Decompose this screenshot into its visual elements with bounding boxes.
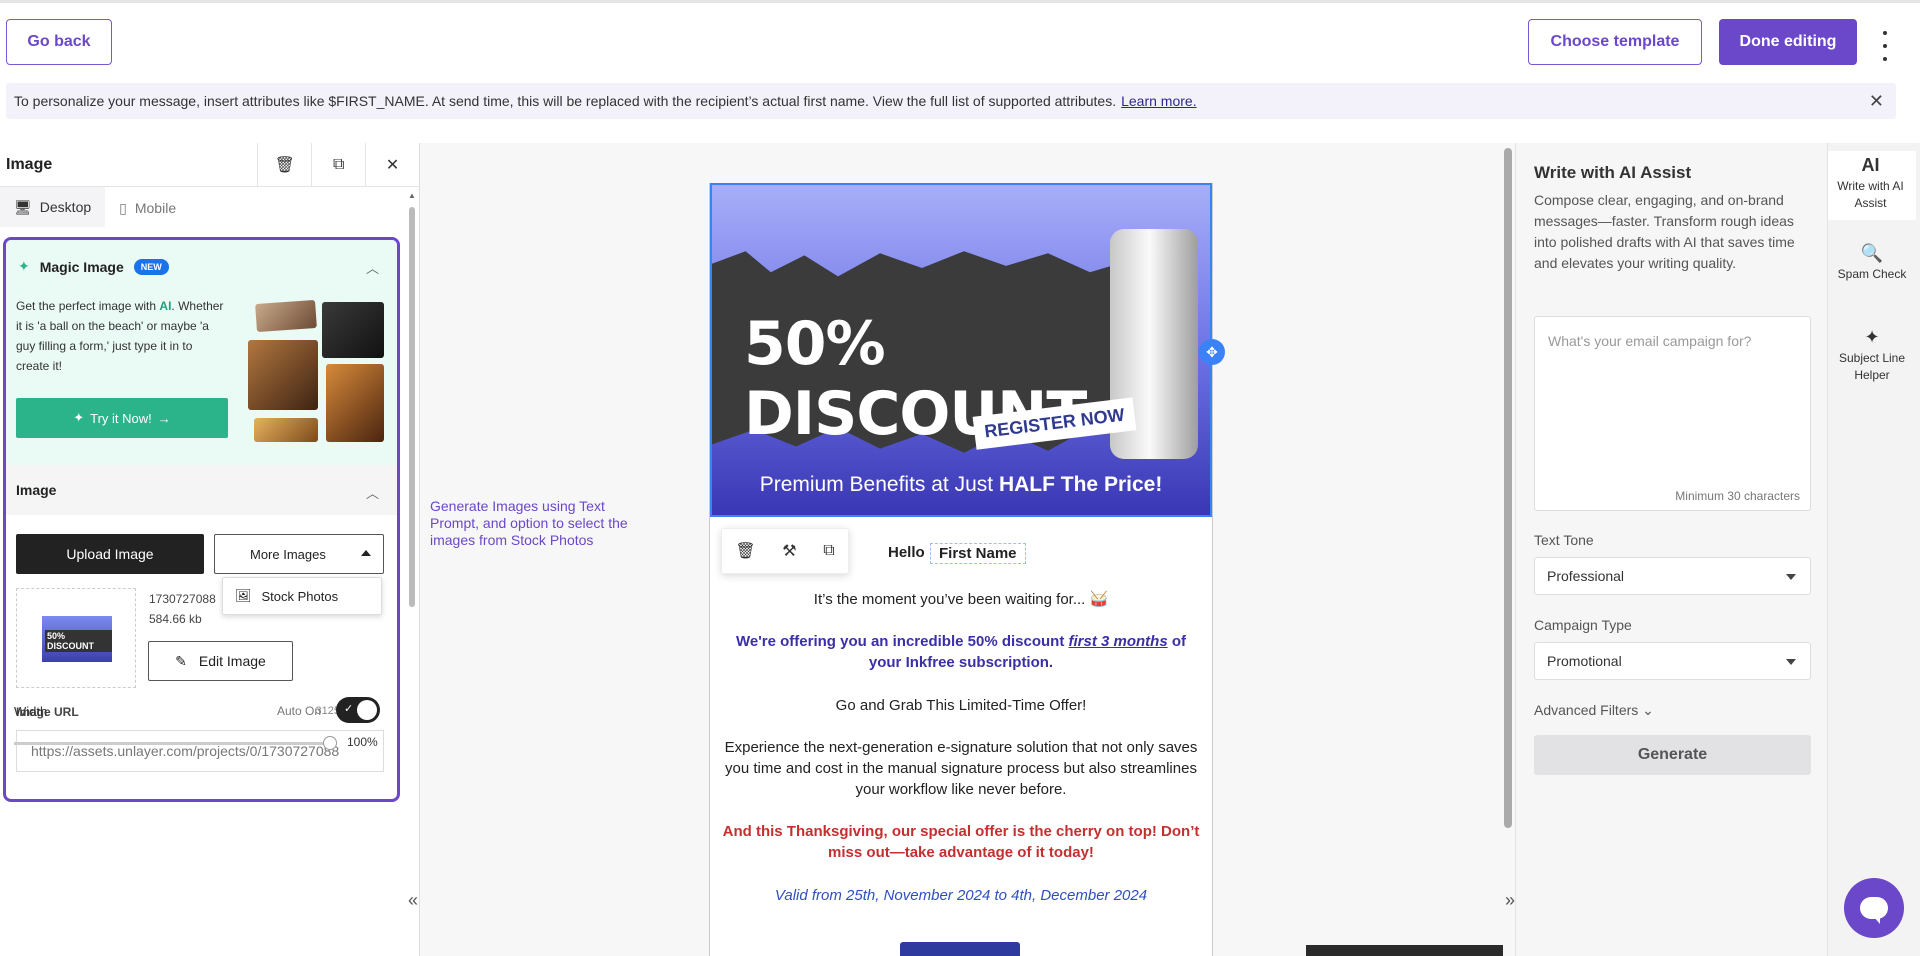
image-thumbnail: 50% DISCOUNT [16, 588, 136, 688]
file-size: 584.66 kb [149, 612, 202, 626]
campaign-prompt-textarea[interactable]: What's your email campaign for? Minimum … [1534, 316, 1811, 511]
arrow-right-icon: → [157, 410, 171, 426]
generate-button[interactable]: Generate [1534, 735, 1811, 775]
rail-spam-check[interactable]: 🔍 Spam Check [1828, 239, 1916, 289]
magic-image-description: Get the perfect image with AI. Whether i… [16, 299, 224, 373]
chevron-down-icon [1786, 659, 1796, 665]
width-label: Width [14, 704, 48, 719]
chevron-down-icon [1786, 574, 1796, 580]
duplicate-icon[interactable]: ⧉ [823, 542, 834, 560]
image-icon: 🖼 [235, 588, 252, 603]
chat-icon [1860, 897, 1888, 924]
search-icon: 🔍 [1860, 243, 1884, 263]
upload-image-button[interactable]: Upload Image [16, 534, 204, 574]
footer-strip [1306, 945, 1503, 956]
panel-scrollbar[interactable]: ▲ [406, 187, 418, 956]
email-line-thanksgiving: And this Thanksgiving, our special offer… [722, 823, 1200, 861]
ai-icon: AI [1861, 155, 1880, 175]
arrow-up-icon[interactable]: ▲ [408, 191, 416, 200]
chevron-down-icon: ⌄ [1642, 702, 1654, 718]
magic-image-card: ✦ Magic Image NEW ︿ Get the perfect imag… [6, 240, 397, 465]
choose-template-button[interactable]: Choose template [1528, 19, 1702, 65]
auto-label: Auto On [277, 704, 322, 718]
auto-width-toggle[interactable]: ✓ [336, 697, 380, 723]
campaign-type-select[interactable]: Promotional [1534, 642, 1811, 680]
sparkle-icon: ✦ [73, 410, 85, 425]
done-editing-button[interactable]: Done editing [1719, 19, 1857, 65]
collapse-left-icon[interactable]: « [408, 890, 418, 911]
sample-images-collage [246, 299, 384, 442]
annotation-hint: Generate Images using Text Prompt, and o… [430, 498, 628, 548]
magic-pen-icon: ✦ [1864, 327, 1880, 347]
delete-icon[interactable]: 🗑 [257, 142, 311, 187]
canvas-scrollbar[interactable] [1504, 148, 1512, 828]
magic-wand-icon[interactable]: ⚒ [782, 541, 796, 561]
text-tone-select[interactable]: Professional [1534, 557, 1811, 595]
first-name-merge-tag[interactable]: First Name [930, 543, 1026, 564]
desktop-icon: 🖥 [14, 198, 32, 215]
chat-launcher-button[interactable] [1844, 878, 1904, 938]
chevron-up-icon[interactable]: ︿ [366, 483, 379, 502]
width-value: 100% [347, 735, 378, 749]
campaign-type-label: Campaign Type [1534, 617, 1632, 633]
greeting: Hello [888, 544, 925, 561]
info-text: To personalize your message, insert attr… [14, 93, 1117, 109]
check-icon: ✓ [344, 703, 354, 715]
banner-subline: Premium Benefits at Just HALF The Price! [759, 473, 1163, 496]
email-line-grab: Go and Grab This Limited-Time Offer! [835, 697, 1087, 714]
caret-up-icon [361, 550, 371, 556]
image-section-title: Image [16, 482, 57, 498]
email-line-intro: It’s the moment you’ve been waiting for.… [813, 591, 1109, 608]
expand-right-icon[interactable]: » [1505, 890, 1515, 911]
sparkle-icon: ✦ [18, 258, 30, 274]
advanced-filters-toggle[interactable]: Advanced Filters ⌄ [1534, 702, 1654, 719]
rail-write-with-ai[interactable]: AI Write with AI Assist [1828, 151, 1916, 220]
ai-assist-panel: Write with AI Assist Compose clear, enga… [1515, 143, 1827, 956]
prompt-placeholder: What's your email campaign for? [1548, 333, 1752, 349]
email-line-validity: Valid from 25th, November 2024 to 4th, D… [774, 887, 1148, 904]
text-tone-label: Text Tone [1534, 532, 1594, 548]
image-properties-panel: Image 🗑 ⧉ ✕ 🖥 Desktop ▯ Mobile ✦ Magic Ima… [0, 142, 420, 956]
learn-more-link[interactable]: Learn more. [1121, 93, 1196, 109]
assistant-rail: AI Write with AI Assist 🔍 Spam Check ✦ S… [1827, 143, 1920, 956]
min-characters-hint: Minimum 30 characters [1675, 489, 1800, 503]
go-back-button[interactable]: Go back [6, 19, 112, 65]
close-icon[interactable]: ✕ [1869, 91, 1884, 112]
chevron-up-icon[interactable]: ︿ [366, 258, 379, 277]
more-options-icon[interactable] [1878, 31, 1892, 61]
magic-image-header[interactable]: ✦ Magic Image NEW [18, 258, 169, 275]
width-slider[interactable] [14, 742, 330, 745]
panel-header: Image 🗑 ⧉ ✕ [0, 142, 419, 187]
new-badge: NEW [133, 258, 169, 275]
rail-subject-line-helper[interactable]: ✦ Subject Line Helper [1828, 323, 1916, 390]
move-icon[interactable]: ✥ [1199, 339, 1225, 365]
delete-icon[interactable]: 🗑 [735, 541, 755, 561]
edit-image-button[interactable]: ✎ Edit Image [148, 641, 293, 681]
tab-desktop[interactable]: 🖥 Desktop [0, 187, 106, 229]
email-line-offer: We're offering you an incredible 50% dis… [735, 633, 1187, 671]
ai-description: Compose clear, engaging, and on-brand me… [1534, 192, 1795, 271]
offer-link[interactable]: first 3 months [1069, 633, 1168, 650]
email-line-experience: Experience the next-generation e-signatu… [724, 739, 1198, 798]
ai-title: Write with AI Assist [1534, 163, 1692, 182]
discount-banner-image[interactable]: 50% DISCOUNT REGISTER NOW Premium Benefi… [710, 183, 1212, 517]
block-toolbar: 🗑 ⚒ ⧉ [721, 528, 849, 574]
slider-handle[interactable] [323, 736, 337, 750]
personalization-info-banner: To personalize your message, insert attr… [6, 83, 1896, 119]
stock-photos-option[interactable]: 🖼 Stock Photos [222, 577, 382, 615]
top-bar: Go back Choose template Done editing [0, 0, 1920, 80]
pencil-icon: ✎ [175, 652, 187, 669]
panel-title: Image [6, 155, 53, 173]
magic-image-title: Magic Image [39, 258, 124, 275]
cta-button[interactable] [900, 942, 1020, 956]
duplicate-icon[interactable]: ⧉ [311, 142, 365, 187]
try-it-now-button[interactable]: ✦ Try it Now! → [16, 398, 228, 438]
device-tabs: 🖥 Desktop ▯ Mobile [0, 187, 419, 229]
mobile-icon: ▯ [119, 199, 127, 216]
more-images-button[interactable]: More Images [214, 534, 384, 574]
close-icon[interactable]: ✕ [365, 142, 419, 187]
file-name: 1730727088 [149, 592, 216, 606]
tab-mobile[interactable]: ▯ Mobile [105, 187, 190, 229]
image-section-header[interactable]: Image ︿ [6, 465, 397, 515]
